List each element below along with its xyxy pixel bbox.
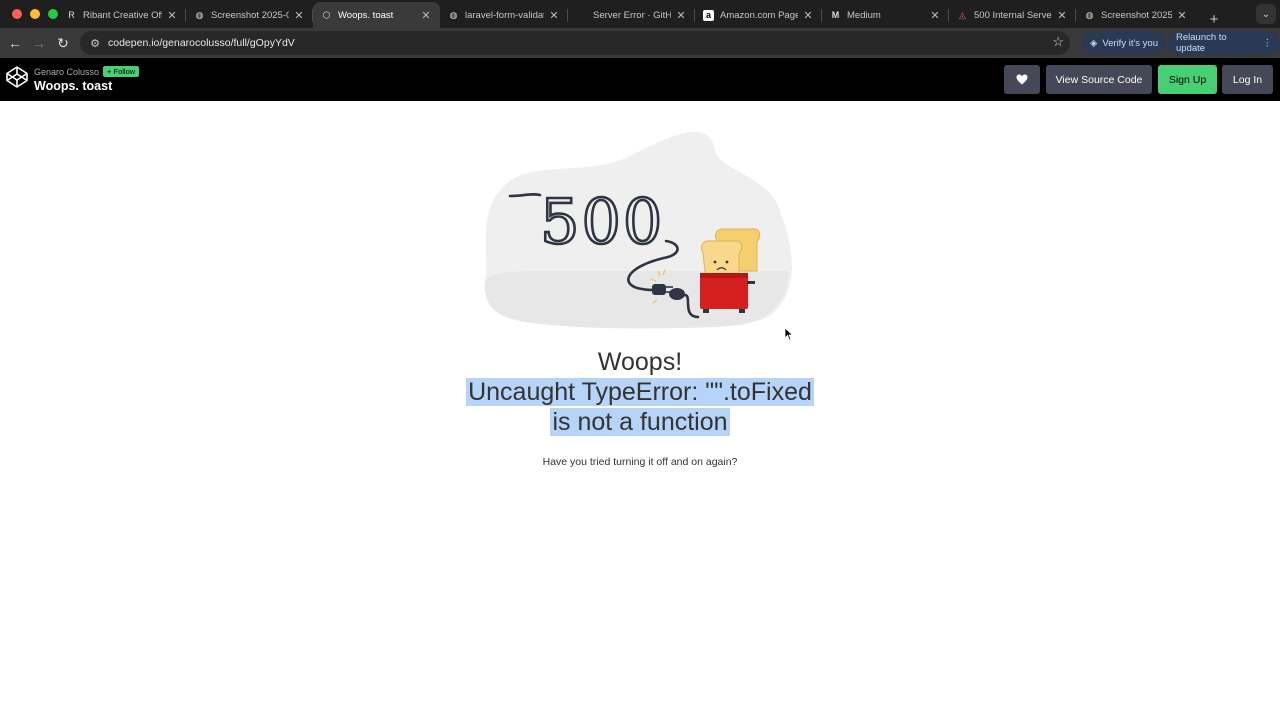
tab-title: 500 Internal Server <box>974 9 1052 21</box>
airbnb-icon: ◬ <box>959 9 966 20</box>
ribant-icon: R <box>68 10 75 20</box>
close-tab-icon[interactable]: ✕ <box>1056 9 1068 22</box>
sign-up-button[interactable]: Sign Up <box>1158 65 1217 94</box>
tab-title: Medium <box>847 9 881 21</box>
url-text[interactable]: codepen.io/genarocolusso/full/gOpyYdV <box>108 37 295 49</box>
tab-screenshot-1[interactable]: ◍ Screenshot 2025-0 ✕ <box>186 2 313 28</box>
close-tab-icon[interactable]: ✕ <box>802 9 814 22</box>
illustration-500-text: 500 <box>540 185 664 258</box>
tab-github[interactable]: Server Error · GitHub ✕ <box>568 2 695 28</box>
follow-label: Follow <box>113 67 136 76</box>
tab-500-airbnb[interactable]: ◬ 500 Internal Server ✕ <box>949 2 1076 28</box>
kebab-menu-icon[interactable]: ⋮ <box>1263 38 1273 49</box>
log-in-button[interactable]: Log In <box>1222 65 1273 94</box>
tab-laravel[interactable]: ◍ laravel-form-validat ✕ <box>440 2 568 28</box>
browser-toolbar: ← → ↻ ⚙ codepen.io/genarocolusso/full/gO… <box>0 28 1280 58</box>
tab-ribant[interactable]: R Ribant Creative Offic ✕ <box>58 2 186 28</box>
tab-title: Screenshot 2025-0 <box>1101 9 1172 21</box>
globe-icon: ◍ <box>195 9 204 20</box>
tab-title: Ribant Creative Offic <box>83 9 162 21</box>
bookmark-star-icon[interactable]: ☆ <box>1052 34 1064 50</box>
globe-icon: ◍ <box>1085 9 1094 20</box>
globe-icon: ◍ <box>449 9 458 20</box>
tab-strip: R Ribant Creative Offic ✕ ◍ Screenshot 2… <box>58 0 1226 28</box>
relaunch-button[interactable]: Relaunch to update ⋮ <box>1168 31 1280 55</box>
close-tab-icon[interactable]: ✕ <box>1176 9 1188 22</box>
error-message: Uncaught TypeError: "".toFixed is not a … <box>0 378 1280 437</box>
back-arrow-icon[interactable]: ← <box>3 31 27 55</box>
error-message-line-1: Uncaught TypeError: "".toFixed <box>466 378 814 406</box>
address-bar[interactable]: ⚙ codepen.io/genarocolusso/full/gOpyYdV … <box>80 31 1070 55</box>
tab-title: Amazon.com Page N <box>720 9 798 21</box>
browser-tab-bar: R Ribant Creative Offic ✕ ◍ Screenshot 2… <box>0 0 1280 28</box>
follow-button[interactable]: + Follow <box>103 66 140 77</box>
error-message-line-2: is not a function <box>550 407 730 436</box>
close-tab-icon[interactable]: ✕ <box>420 9 432 22</box>
close-tab-icon[interactable]: ✕ <box>548 9 560 22</box>
tab-title: Server Error · GitHub <box>593 9 671 21</box>
heart-icon <box>1016 74 1028 85</box>
tab-title: laravel-form-validat <box>465 9 544 21</box>
reload-icon[interactable]: ↻ <box>51 31 75 55</box>
close-tab-icon[interactable]: ✕ <box>675 9 687 22</box>
fullscreen-window-button[interactable] <box>48 9 58 19</box>
site-settings-icon[interactable]: ⚙ <box>85 37 105 50</box>
close-tab-icon[interactable]: ✕ <box>929 9 941 22</box>
medium-icon: M <box>831 10 840 20</box>
pen-preview: 500 Woops! Uncaught TypeError: "".toFixe… <box>0 101 1280 720</box>
relaunch-label: Relaunch to update <box>1176 32 1227 54</box>
close-window-button[interactable] <box>12 9 22 19</box>
tab-amazon[interactable]: a Amazon.com Page N ✕ <box>695 2 822 28</box>
github-icon <box>576 10 587 21</box>
codepen-logo-icon[interactable] <box>5 65 29 89</box>
error-subtext: Have you tried turning it off and on aga… <box>542 456 738 468</box>
verify-identity-button[interactable]: ◈ Verify it's you <box>1082 31 1166 55</box>
codepen-icon: ⬡ <box>322 9 331 20</box>
tab-woops-toast[interactable]: ⬡ Woops. toast ✕ <box>313 2 440 28</box>
tab-screenshot-2[interactable]: ◍ Screenshot 2025-0 ✕ <box>1076 2 1196 28</box>
amazon-icon: a <box>703 9 714 21</box>
window-controls <box>0 9 58 19</box>
error-heading: Woops! <box>597 348 683 376</box>
minimize-window-button[interactable] <box>30 9 40 19</box>
tab-search-chevron-icon[interactable]: ⌄ <box>1256 4 1276 24</box>
codepen-header: Genaro Colusso + Follow Woops. toast Vie… <box>0 58 1280 101</box>
close-tab-icon[interactable]: ✕ <box>166 9 178 22</box>
shield-icon: ◈ <box>1090 37 1098 49</box>
pen-author: Genaro Colusso + Follow <box>34 66 140 77</box>
unplugged-toaster-illustration: 500 <box>484 131 792 329</box>
mouse-cursor-icon <box>784 327 794 341</box>
forward-arrow-icon[interactable]: → <box>27 31 51 55</box>
close-tab-icon[interactable]: ✕ <box>293 9 305 22</box>
tab-medium[interactable]: M Medium ✕ <box>822 2 949 28</box>
author-name[interactable]: Genaro Colusso <box>34 67 99 77</box>
like-button[interactable] <box>1004 65 1040 94</box>
pen-title: Woops. toast <box>34 79 113 93</box>
view-source-button[interactable]: View Source Code <box>1046 65 1152 94</box>
verify-label: Verify it's you <box>1102 37 1158 49</box>
tab-title: Screenshot 2025-0 <box>211 9 289 21</box>
new-tab-button[interactable]: + <box>1202 11 1226 28</box>
tab-title: Woops. toast <box>338 9 394 21</box>
